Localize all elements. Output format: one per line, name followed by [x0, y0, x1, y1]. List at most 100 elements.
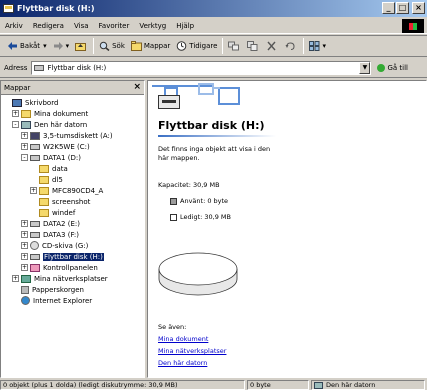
views-dropdown-icon[interactable]: ▾	[322, 42, 326, 50]
tree-item[interactable]: + Kontrollpanelen	[3, 262, 144, 273]
tree-item[interactable]: + MFC890CD4_A	[3, 185, 144, 196]
menu-arkiv[interactable]: Arkiv	[5, 22, 23, 30]
cd-drive-icon	[30, 241, 39, 250]
expand-icon[interactable]: +	[21, 264, 28, 271]
removable-drive-icon	[34, 64, 45, 71]
close-button[interactable]: ×	[412, 2, 425, 14]
status-bar: 0 objekt (plus 1 dolda) (ledigt diskutry…	[0, 380, 427, 390]
empty-folder-message: Det finns inga objekt att visa i den här…	[158, 145, 271, 162]
capacity-label: Kapacitet: 30,9 MB	[158, 181, 220, 189]
tree-item[interactable]: Internet Explorer	[3, 295, 144, 306]
collapse-icon[interactable]: -	[12, 121, 19, 128]
tree-item[interactable]: windef	[3, 207, 144, 218]
drive-icon	[30, 231, 40, 238]
menu-redigera[interactable]: Redigera	[33, 22, 64, 30]
desktop-icon	[12, 98, 22, 107]
tree-item-label: Mina nätverksplatser	[34, 274, 108, 283]
tree-item[interactable]: Papperskorgen	[3, 284, 144, 295]
back-dropdown-icon[interactable]: ▾	[43, 42, 47, 50]
minimize-button[interactable]: _	[382, 2, 395, 14]
tree-item-label: DATA3 (F:)	[43, 230, 80, 239]
tree-item[interactable]: data	[3, 163, 144, 174]
removable-drive-icon	[158, 95, 180, 109]
undo-icon	[285, 41, 296, 51]
tree-item[interactable]: - DATA1 (D:)	[3, 152, 144, 163]
title-bar[interactable]: Flyttbar disk (H:) _ □ ×	[0, 0, 427, 17]
folder-icon	[39, 175, 49, 184]
link-network-places[interactable]: Mina nätverksplatser	[158, 347, 226, 355]
windows-logo-icon	[402, 19, 424, 33]
address-dropdown-button[interactable]: ▼	[359, 61, 371, 74]
views-icon	[309, 41, 320, 51]
folders-button[interactable]: Mappar	[128, 37, 173, 55]
delete-button[interactable]	[263, 37, 282, 55]
toolbar-separator	[222, 38, 224, 54]
undo-button[interactable]	[282, 37, 301, 55]
menu-hjalp[interactable]: Hjälp	[176, 22, 194, 30]
search-label: Sök	[112, 42, 125, 50]
copy-to-icon	[247, 41, 258, 51]
link-my-documents[interactable]: Mina dokument	[158, 335, 208, 343]
tree-item[interactable]: - Den här datorn	[3, 119, 144, 130]
address-field[interactable]: Flyttbar disk (H:) ▼	[31, 60, 372, 75]
computer-icon	[21, 120, 31, 129]
tree-item[interactable]: + DATA3 (F:)	[3, 229, 144, 240]
toolbar: Bakåt ▾ ▾ Sök Mappar Tidigare ▾	[0, 35, 427, 57]
tree-item[interactable]: + Mina nätverksplatser	[3, 273, 144, 284]
expand-icon[interactable]: +	[21, 242, 28, 249]
tree-item-label: screenshot	[52, 197, 91, 206]
search-button[interactable]: Sök	[96, 37, 128, 55]
collapse-icon[interactable]: -	[21, 154, 28, 161]
forward-button[interactable]: ▾	[50, 37, 73, 55]
tree-item[interactable]: Skrivbord	[3, 97, 144, 108]
go-label: Gå till	[387, 63, 408, 72]
menu-visa[interactable]: Visa	[74, 22, 89, 30]
tree-item[interactable]: + W2K5WE (C:)	[3, 141, 144, 152]
floppy-drive-icon	[30, 131, 40, 140]
tree-item[interactable]: + Mina dokument	[3, 108, 144, 119]
expand-icon[interactable]: +	[12, 275, 19, 282]
tree-item-label: Flyttbar disk (H:)	[43, 252, 104, 261]
folders-pane-title: Mappar	[4, 83, 31, 92]
up-folder-button[interactable]	[72, 37, 91, 55]
tree-item[interactable]: dl5	[3, 174, 144, 185]
go-button[interactable]: Gå till	[377, 63, 408, 72]
address-label: Adress	[4, 63, 28, 72]
used-swatch	[170, 197, 177, 205]
tree-item[interactable]: + Flyttbar disk (H:)	[3, 251, 144, 262]
views-button[interactable]: ▾	[306, 37, 329, 55]
link-my-computer[interactable]: Den här datorn	[158, 359, 207, 367]
copy-to-button[interactable]	[244, 37, 263, 55]
expand-icon[interactable]: +	[21, 231, 28, 238]
move-to-button[interactable]	[225, 37, 244, 55]
history-icon	[176, 41, 187, 51]
expand-icon[interactable]: +	[21, 253, 28, 260]
tree-item[interactable]: +3,5-tumsdiskett (A:)	[3, 130, 144, 141]
back-button[interactable]: Bakåt ▾	[4, 37, 50, 55]
banner-box	[218, 87, 240, 105]
tree-item[interactable]: screenshot	[3, 196, 144, 207]
search-icon	[99, 41, 110, 52]
folder-tree: Skrivbord + Mina dokument - Den här datorn +3…	[1, 95, 144, 306]
menu-verktyg[interactable]: Verktyg	[139, 22, 166, 30]
tree-item-label: MFC890CD4_A	[52, 186, 104, 195]
content-pane: Flyttbar disk (H:) Det finns inga objekt…	[147, 80, 427, 378]
expand-icon[interactable]: +	[12, 110, 19, 117]
expand-icon[interactable]: +	[21, 220, 28, 227]
toolbar-separator	[303, 38, 305, 54]
status-objects: 0 objekt (plus 1 dolda) (ledigt diskutry…	[0, 380, 245, 390]
expand-icon[interactable]: +	[30, 187, 37, 194]
address-bar: Adress Flyttbar disk (H:) ▼ Gå till	[0, 58, 427, 78]
back-label: Bakåt	[20, 42, 41, 50]
expand-icon[interactable]: +	[21, 132, 28, 139]
see-also-label: Se även:	[158, 323, 187, 331]
history-button[interactable]: Tidigare	[173, 37, 220, 55]
expand-icon[interactable]: +	[21, 143, 28, 150]
tree-item[interactable]: + CD-skiva (G:)	[3, 240, 144, 251]
folders-pane-close-button[interactable]: ×	[133, 82, 141, 92]
maximize-button[interactable]: □	[396, 2, 409, 14]
tree-item[interactable]: + DATA2 (E:)	[3, 218, 144, 229]
forward-dropdown-icon[interactable]: ▾	[66, 42, 70, 50]
drive-icon	[30, 253, 40, 260]
menu-favoriter[interactable]: Favoriter	[99, 22, 130, 30]
